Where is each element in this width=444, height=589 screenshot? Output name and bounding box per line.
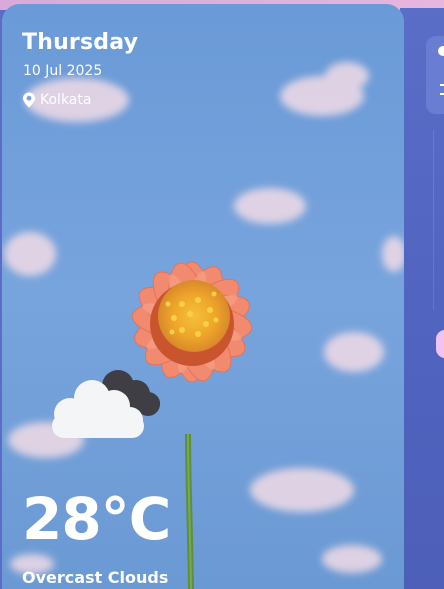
map-pin-icon [23, 92, 35, 108]
side-toggle[interactable] [436, 330, 444, 358]
location-name: Kolkata [40, 92, 92, 108]
menu-icon [440, 84, 444, 95]
side-card[interactable] [426, 36, 444, 114]
location: Kolkata [22, 92, 91, 108]
side-card-glyph-icon [438, 46, 444, 56]
date-label: 10 Jul 2025 [23, 63, 103, 79]
day-name: Thursday [22, 30, 139, 55]
overcast-clouds-icon [52, 370, 160, 438]
weather-card: Thursday 10 Jul 2025 Kolkata 28°C Overca… [2, 4, 404, 589]
side-divider [433, 130, 434, 310]
condition-label: Overcast Clouds [22, 568, 169, 587]
temperature: 28°C [22, 485, 171, 553]
